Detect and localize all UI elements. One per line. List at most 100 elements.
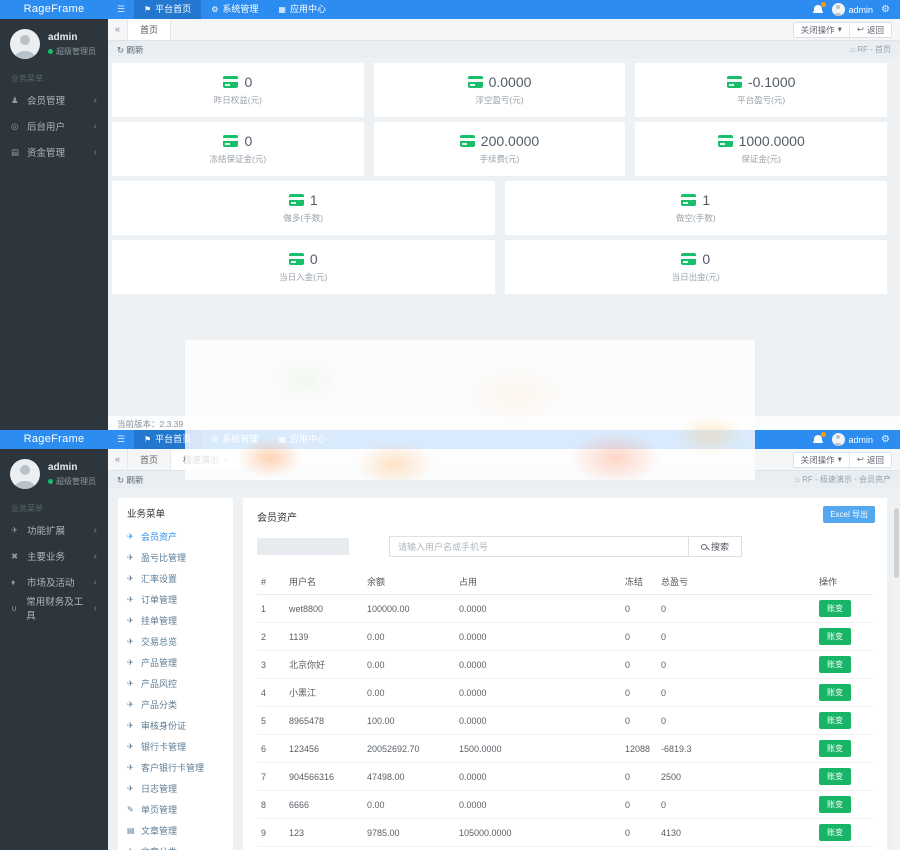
menu-item[interactable]: ✈挂单管理 bbox=[118, 610, 233, 631]
table-cell: 1139 bbox=[285, 623, 363, 651]
scrollbar[interactable] bbox=[893, 506, 900, 850]
nav-item[interactable]: ⚙系统管理 bbox=[201, 430, 268, 449]
grid-icon: ▦ bbox=[278, 430, 286, 449]
nav-item[interactable]: ⚑平台首页 bbox=[134, 430, 201, 449]
nav-user-menu[interactable]: admin bbox=[832, 433, 874, 446]
avatar bbox=[10, 29, 40, 59]
grid-icon: ▦ bbox=[278, 0, 286, 19]
online-status-dot bbox=[48, 49, 53, 54]
nav-item[interactable]: ▦应用中心 bbox=[268, 430, 336, 449]
table-cell: 8965478 bbox=[285, 707, 363, 735]
tab[interactable]: 极速演示× bbox=[171, 449, 241, 470]
nav-item[interactable]: ▦应用中心 bbox=[268, 0, 336, 19]
close-operations-button[interactable]: 关闭操作▾ bbox=[794, 23, 849, 37]
stat-label: 浮空盈亏(元) bbox=[475, 94, 523, 106]
menu-item[interactable]: ✈日志管理 bbox=[118, 778, 233, 799]
nav-user-menu[interactable]: admin bbox=[832, 3, 874, 16]
brand-logo[interactable]: RageFrame bbox=[0, 0, 108, 19]
sidebar-item[interactable]: ♦市场及活动‹ bbox=[0, 569, 108, 595]
open-tabs: 首页极速演示× bbox=[128, 449, 241, 470]
send-icon: ✈ bbox=[127, 784, 136, 793]
account-change-button[interactable]: 账变 bbox=[819, 684, 851, 701]
avatar bbox=[832, 433, 845, 446]
menu-item[interactable]: ✈盈亏比管理 bbox=[118, 547, 233, 568]
stat-card: 1做空(手数) bbox=[505, 181, 888, 235]
excel-export-button[interactable]: Excel 导出 bbox=[823, 506, 875, 523]
tools-icon: ∪ bbox=[11, 603, 20, 614]
settings-gear-icon[interactable]: ⚙ bbox=[881, 4, 890, 15]
main-column: « 首页极速演示× 关闭操作▾ ↩返回 ↻ 刷新 ⌂ RF - 极速演示 - 会… bbox=[108, 449, 900, 850]
filter-select[interactable] bbox=[257, 538, 349, 555]
close-operations-button[interactable]: 关闭操作▾ bbox=[794, 453, 849, 467]
account-change-button[interactable]: 账变 bbox=[819, 600, 851, 617]
sidebar-user-block[interactable]: admin 超级管理员 bbox=[0, 449, 108, 497]
stat-value: 0 bbox=[244, 133, 252, 149]
nav-item[interactable]: ⚙系统管理 bbox=[201, 0, 268, 19]
sidebar-user-block[interactable]: admin 超级管理员 bbox=[0, 19, 108, 67]
close-icon[interactable]: × bbox=[223, 455, 228, 465]
menu-item[interactable]: ▤文章管理 bbox=[118, 820, 233, 841]
refresh-button[interactable]: ↻ 刷新 bbox=[117, 44, 144, 56]
money-card-icon bbox=[681, 253, 696, 265]
brand-logo[interactable]: RageFrame bbox=[0, 430, 108, 449]
tab[interactable]: 首页 bbox=[128, 19, 171, 40]
sidebar-item[interactable]: ✖主要业务‹ bbox=[0, 543, 108, 569]
table-cell: 123123 bbox=[285, 847, 363, 850]
menu-item[interactable]: ✈产品风控 bbox=[118, 673, 233, 694]
refresh-button[interactable]: ↻ 刷新 bbox=[117, 474, 144, 486]
version-text: 当前版本：2.3.39 bbox=[117, 419, 183, 429]
settings-gear-icon[interactable]: ⚙ bbox=[881, 434, 890, 445]
notification-bell-icon[interactable] bbox=[813, 434, 824, 445]
search-input[interactable] bbox=[389, 536, 689, 557]
account-change-button[interactable]: 账变 bbox=[819, 768, 851, 785]
menu-item[interactable]: ✈会员资产 bbox=[118, 526, 233, 547]
sidebar-item[interactable]: ∪常用财务及工具‹ bbox=[0, 595, 108, 621]
menu-item[interactable]: ✈订单管理 bbox=[118, 589, 233, 610]
tab[interactable]: 首页 bbox=[128, 449, 171, 470]
chevron-left-icon: ‹ bbox=[94, 121, 97, 132]
tabbar: « 首页 关闭操作▾ ↩返回 bbox=[108, 19, 900, 41]
account-change-button[interactable]: 账变 bbox=[819, 628, 851, 645]
scrollbar-thumb[interactable] bbox=[894, 508, 899, 578]
menu-item[interactable]: ✈客户银行卡管理 bbox=[118, 757, 233, 778]
account-change-button[interactable]: 账变 bbox=[819, 740, 851, 757]
chevron-down-icon: ▾ bbox=[838, 454, 842, 465]
sidebar-item[interactable]: ◎后台用户‹ bbox=[0, 113, 108, 139]
nav-item[interactable]: ⚑平台首页 bbox=[134, 0, 201, 19]
table-cell: 0.0000 bbox=[455, 595, 621, 623]
cross-icon: ✖ bbox=[11, 551, 21, 562]
sidebar-menu: ♟会员管理‹◎后台用户‹▤资金管理‹ bbox=[0, 87, 108, 165]
sidebar-item[interactable]: ✈功能扩展‹ bbox=[0, 517, 108, 543]
bookmark-icon: ⚑ bbox=[144, 0, 151, 19]
money-card-icon bbox=[223, 76, 238, 88]
account-change-button[interactable]: 账变 bbox=[819, 712, 851, 729]
table-cell: 0 bbox=[621, 819, 657, 847]
menu-item[interactable]: ✈审核身份证 bbox=[118, 715, 233, 736]
sidebar-item[interactable]: ♟会员管理‹ bbox=[0, 87, 108, 113]
table-cell: 0 bbox=[621, 679, 657, 707]
menu-item[interactable]: ✈产品分类 bbox=[118, 694, 233, 715]
top-navbar: RageFrame ☰ ⚑平台首页⚙系统管理▦应用中心 admin ⚙ bbox=[0, 430, 900, 449]
tabs-scroll-left-icon[interactable]: « bbox=[108, 449, 128, 470]
account-change-button[interactable]: 账变 bbox=[819, 796, 851, 813]
tabs-scroll-left-icon[interactable]: « bbox=[108, 19, 128, 40]
search-button[interactable]: 搜索 bbox=[689, 536, 742, 557]
table-cell: 小黑江 bbox=[285, 679, 363, 707]
account-change-button[interactable]: 账变 bbox=[819, 656, 851, 673]
menu-item[interactable]: ✈产品管理 bbox=[118, 652, 233, 673]
column-header: 总盈亏 bbox=[657, 569, 815, 595]
sidebar-item[interactable]: ▤资金管理‹ bbox=[0, 139, 108, 165]
menu-item[interactable]: ✎单页管理 bbox=[118, 799, 233, 820]
menu-item[interactable]: ✈文章分类 bbox=[118, 841, 233, 850]
menu-item[interactable]: ✈银行卡管理 bbox=[118, 736, 233, 757]
menu-item[interactable]: ✈汇率设置 bbox=[118, 568, 233, 589]
notification-bell-icon[interactable] bbox=[813, 4, 824, 15]
menu-item[interactable]: ✈交易总览 bbox=[118, 631, 233, 652]
hamburger-icon[interactable]: ☰ bbox=[108, 0, 134, 19]
send-icon: ✈ bbox=[127, 637, 136, 646]
back-button[interactable]: ↩返回 bbox=[849, 453, 891, 467]
account-change-button[interactable]: 账变 bbox=[819, 824, 851, 841]
money-card-icon bbox=[460, 135, 475, 147]
hamburger-icon[interactable]: ☰ bbox=[108, 430, 134, 449]
back-button[interactable]: ↩返回 bbox=[849, 23, 891, 37]
